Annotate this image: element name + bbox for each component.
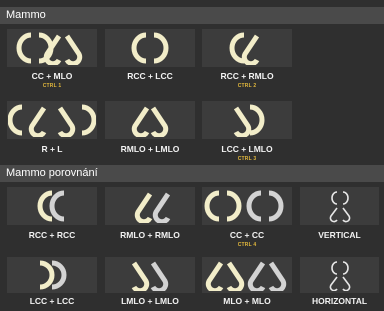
layout-tile-rcc-rmlo[interactable]: RCC + RMLO CTRL 2 (202, 29, 292, 93)
layout-tile-rmlo-rmlo[interactable]: RMLO + RMLO (105, 187, 195, 253)
tile-label: LMLO + LMLO (121, 296, 179, 306)
tile-icon-area (7, 187, 97, 225)
tile-label: RCC + RCC (28, 230, 76, 240)
tile-icon-area (300, 257, 379, 293)
rmlo-rmlo-icon (134, 192, 171, 223)
tile-label: RCC + LCC (127, 71, 173, 81)
tile-shortcut: CTRL 4 (237, 242, 257, 248)
layout-tile-rcc-rcc[interactable]: RCC + RCC (7, 187, 97, 253)
tile-icon-area (202, 101, 292, 139)
tile-label: VERTICAL (318, 230, 361, 240)
tile-shortcut: CTRL 3 (237, 156, 257, 162)
tile-label: CC + CC (229, 230, 265, 240)
tile-label: RCC + RMLO (220, 71, 274, 81)
layout-tile-lcc-lmlo[interactable]: LCC + LMLO CTRL 3 (202, 101, 292, 162)
layout-tile-lcc-lcc[interactable]: LCC + LCC (7, 257, 97, 311)
lcc-lcc-icon (39, 260, 67, 290)
layout-tile-rmlo-lmlo[interactable]: RMLO + LMLO (105, 101, 195, 161)
tile-icon-area (202, 29, 292, 67)
tile-icon-area (7, 257, 97, 293)
layout-tile-mlo-mlo[interactable]: MLO + MLO (202, 257, 292, 311)
rcc-lcc-icon (131, 32, 169, 64)
cc-cc-icon (204, 190, 284, 222)
tile-icon-area (7, 29, 97, 67)
layout-tile-rcc-lcc[interactable]: RCC + LCC (105, 29, 195, 93)
layout-tile-horizontal[interactable]: HORIZONTAL (300, 257, 379, 311)
tile-icon-area (105, 101, 195, 139)
layout-tile-lmlo-lmlo[interactable]: LMLO + LMLO (105, 257, 195, 311)
layout-tile-cc-mlo[interactable]: CC + MLO CTRL 1 (7, 29, 97, 93)
tile-icon-area (300, 187, 379, 225)
tile-icon-area (105, 29, 195, 67)
section-header-mammo: Mammo (0, 7, 384, 24)
rcc-rmlo-icon (229, 32, 260, 65)
rmlo-lmlo-icon (131, 106, 169, 137)
horizontal-icon (329, 261, 350, 291)
tile-label: HORIZONTAL (311, 296, 368, 306)
tile-label: LCC + LMLO (221, 144, 273, 154)
r-l-icon (8, 104, 96, 137)
layout-tile-r-l[interactable]: R + L (7, 101, 97, 161)
tile-icon-area (202, 257, 292, 293)
tile-label: CC + MLO (31, 71, 73, 81)
tile-shortcut: CTRL 2 (237, 83, 257, 89)
rcc-rcc-icon (37, 190, 65, 222)
tile-label: LCC + LCC (29, 296, 75, 306)
cc-mlo-icon (16, 32, 83, 65)
tile-label: RMLO + RMLO (120, 230, 180, 240)
layout-tile-cc-cc[interactable]: CC + CC CTRL 4 (202, 187, 292, 253)
tile-label: R + L (41, 144, 63, 154)
lcc-lmlo-icon (233, 104, 265, 137)
tile-icon-area (105, 187, 195, 225)
tile-shortcut: CTRL 1 (42, 83, 62, 89)
mlo-mlo-icon (205, 261, 287, 291)
layout-tile-vertical[interactable]: VERTICAL (300, 187, 379, 253)
tile-icon-area (7, 101, 97, 139)
vertical-icon (329, 191, 350, 223)
section-header-mammo-porovnani: Mammo porovnání (0, 165, 384, 182)
tile-label: RMLO + LMLO (120, 144, 180, 154)
tile-label: MLO + MLO (223, 296, 271, 306)
lmlo-lmlo-icon (131, 261, 169, 291)
tile-icon-area (105, 257, 195, 293)
tile-icon-area (202, 187, 292, 225)
